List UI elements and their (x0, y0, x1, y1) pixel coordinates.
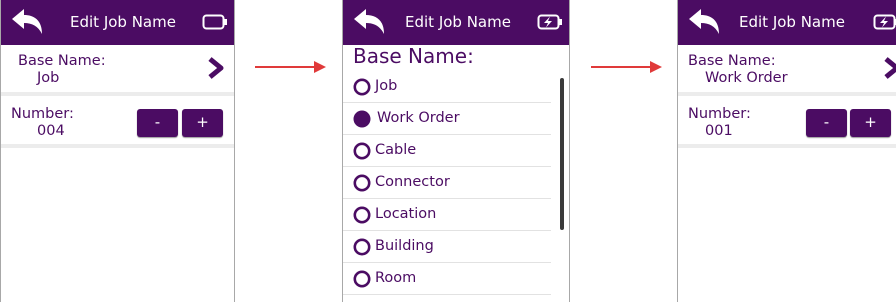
chevron-right-icon[interactable] (882, 57, 896, 79)
option-label: Building (375, 238, 434, 254)
number-value: 001 (705, 123, 733, 139)
screen-before: Edit Job Name Base Name: Job Number: 004… (0, 0, 235, 302)
list-item[interactable]: Work Order (343, 103, 551, 135)
title-bar: Edit Job Name (1, 0, 234, 45)
option-label: Job (375, 78, 398, 94)
base-name-value: Work Order (705, 70, 788, 86)
row-divider (1, 144, 234, 148)
number-label: Number: (688, 106, 751, 122)
row-divider (678, 92, 896, 96)
chevron-right-icon[interactable] (206, 57, 224, 79)
list-item[interactable]: Job (343, 71, 551, 103)
back-arrow-icon[interactable] (10, 8, 44, 36)
list-item[interactable]: Connector (343, 167, 551, 199)
option-label: Cable (375, 142, 417, 158)
page-title: Edit Job Name (70, 13, 176, 31)
page-title: Edit Job Name (405, 13, 511, 31)
radio-unselected-icon[interactable] (353, 142, 371, 160)
radio-unselected-icon[interactable] (353, 78, 371, 96)
row-divider (1, 92, 234, 96)
title-bar: Edit Job Name (678, 0, 896, 45)
title-bar: Edit Job Name (343, 0, 569, 45)
number-value: 004 (37, 123, 65, 139)
radio-unselected-icon[interactable] (353, 238, 371, 256)
list-item[interactable]: Location (343, 199, 551, 231)
number-label: Number: (11, 106, 74, 122)
screen-after: Edit Job Name Base Name: Work Order Numb… (677, 0, 896, 302)
increment-button[interactable]: + (850, 109, 891, 137)
option-label: Room (375, 270, 417, 286)
back-arrow-icon[interactable] (352, 8, 386, 36)
battery-empty-icon (202, 14, 227, 30)
radio-selected-icon[interactable] (353, 110, 371, 128)
list-header: Base Name: (353, 44, 474, 68)
base-name-value: Job (37, 70, 60, 86)
list-item[interactable]: Building (343, 231, 551, 263)
battery-charging-icon (537, 14, 562, 30)
battery-charging-icon (873, 14, 896, 30)
option-label: Location (375, 206, 437, 222)
decrement-button[interactable]: - (137, 109, 178, 137)
option-label: Work Order (377, 110, 460, 126)
base-name-label: Base Name: (688, 53, 776, 69)
option-label: Connector (375, 174, 450, 190)
back-arrow-icon[interactable] (687, 8, 721, 36)
base-name-options: Job Work Order Cable Connector Location Build… (343, 71, 569, 295)
scrollbar[interactable] (560, 78, 564, 230)
screen-base-name-picker: Edit Job Name Base Name: Job Work Order Ca… (342, 0, 570, 302)
radio-unselected-icon[interactable] (353, 206, 371, 224)
flow-arrow (255, 61, 326, 73)
base-name-label: Base Name: (18, 53, 106, 69)
radio-unselected-icon[interactable] (353, 174, 371, 192)
decrement-button[interactable]: - (806, 109, 847, 137)
list-item[interactable]: Room (343, 263, 551, 295)
flow-arrow (591, 61, 662, 73)
radio-unselected-icon[interactable] (353, 270, 371, 288)
row-divider (678, 144, 896, 148)
list-item[interactable]: Cable (343, 135, 551, 167)
page-title: Edit Job Name (739, 13, 845, 31)
increment-button[interactable]: + (182, 109, 223, 137)
